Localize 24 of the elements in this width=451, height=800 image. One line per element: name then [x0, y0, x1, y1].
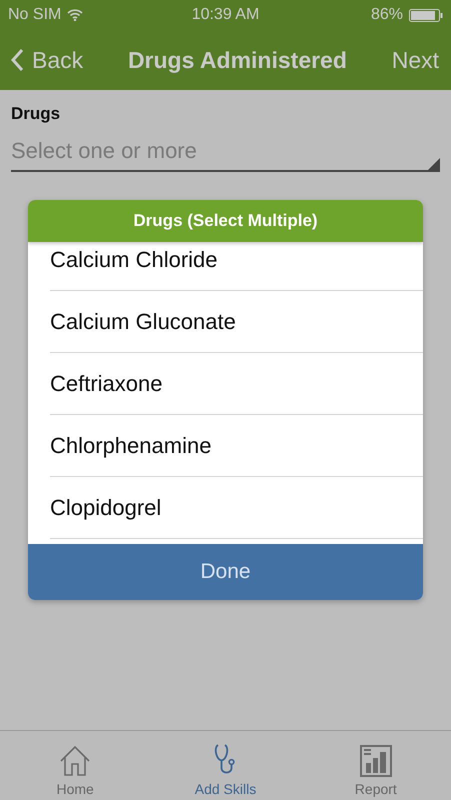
wifi-icon	[67, 9, 84, 21]
list-option[interactable]: Ceftriaxone	[50, 353, 423, 415]
dialog-title: Drugs (Select Multiple)	[28, 200, 423, 242]
chevron-left-icon	[10, 48, 24, 72]
done-button[interactable]: Done	[28, 544, 423, 600]
list-option[interactable]: Clopidogrel	[50, 477, 423, 539]
carrier-text: No SIM	[8, 6, 62, 24]
tab-button[interactable]: Home	[0, 731, 150, 800]
list-option[interactable]: Calcium Chloride	[50, 242, 423, 291]
tab-button[interactable]: Report	[300, 731, 451, 800]
dropdown-corner-icon	[426, 158, 440, 172]
clock-text: 10:39 AM	[192, 6, 260, 24]
screen-title: Drugs Administered	[126, 46, 348, 74]
field-label: Drugs	[11, 104, 62, 124]
tab-button[interactable]: Add Skills	[150, 731, 301, 800]
next-button[interactable]: Next	[392, 46, 439, 74]
bar-chart-icon	[360, 745, 392, 777]
back-button[interactable]: Back	[10, 46, 84, 74]
battery-icon	[408, 8, 443, 22]
select-field[interactable]: Select one or more	[11, 132, 440, 172]
list-option[interactable]: Chlorphenamine	[50, 415, 423, 477]
home-icon	[59, 745, 92, 777]
battery-text: 86%	[370, 6, 403, 24]
list-option[interactable]: Calcium Gluconate	[50, 291, 423, 353]
